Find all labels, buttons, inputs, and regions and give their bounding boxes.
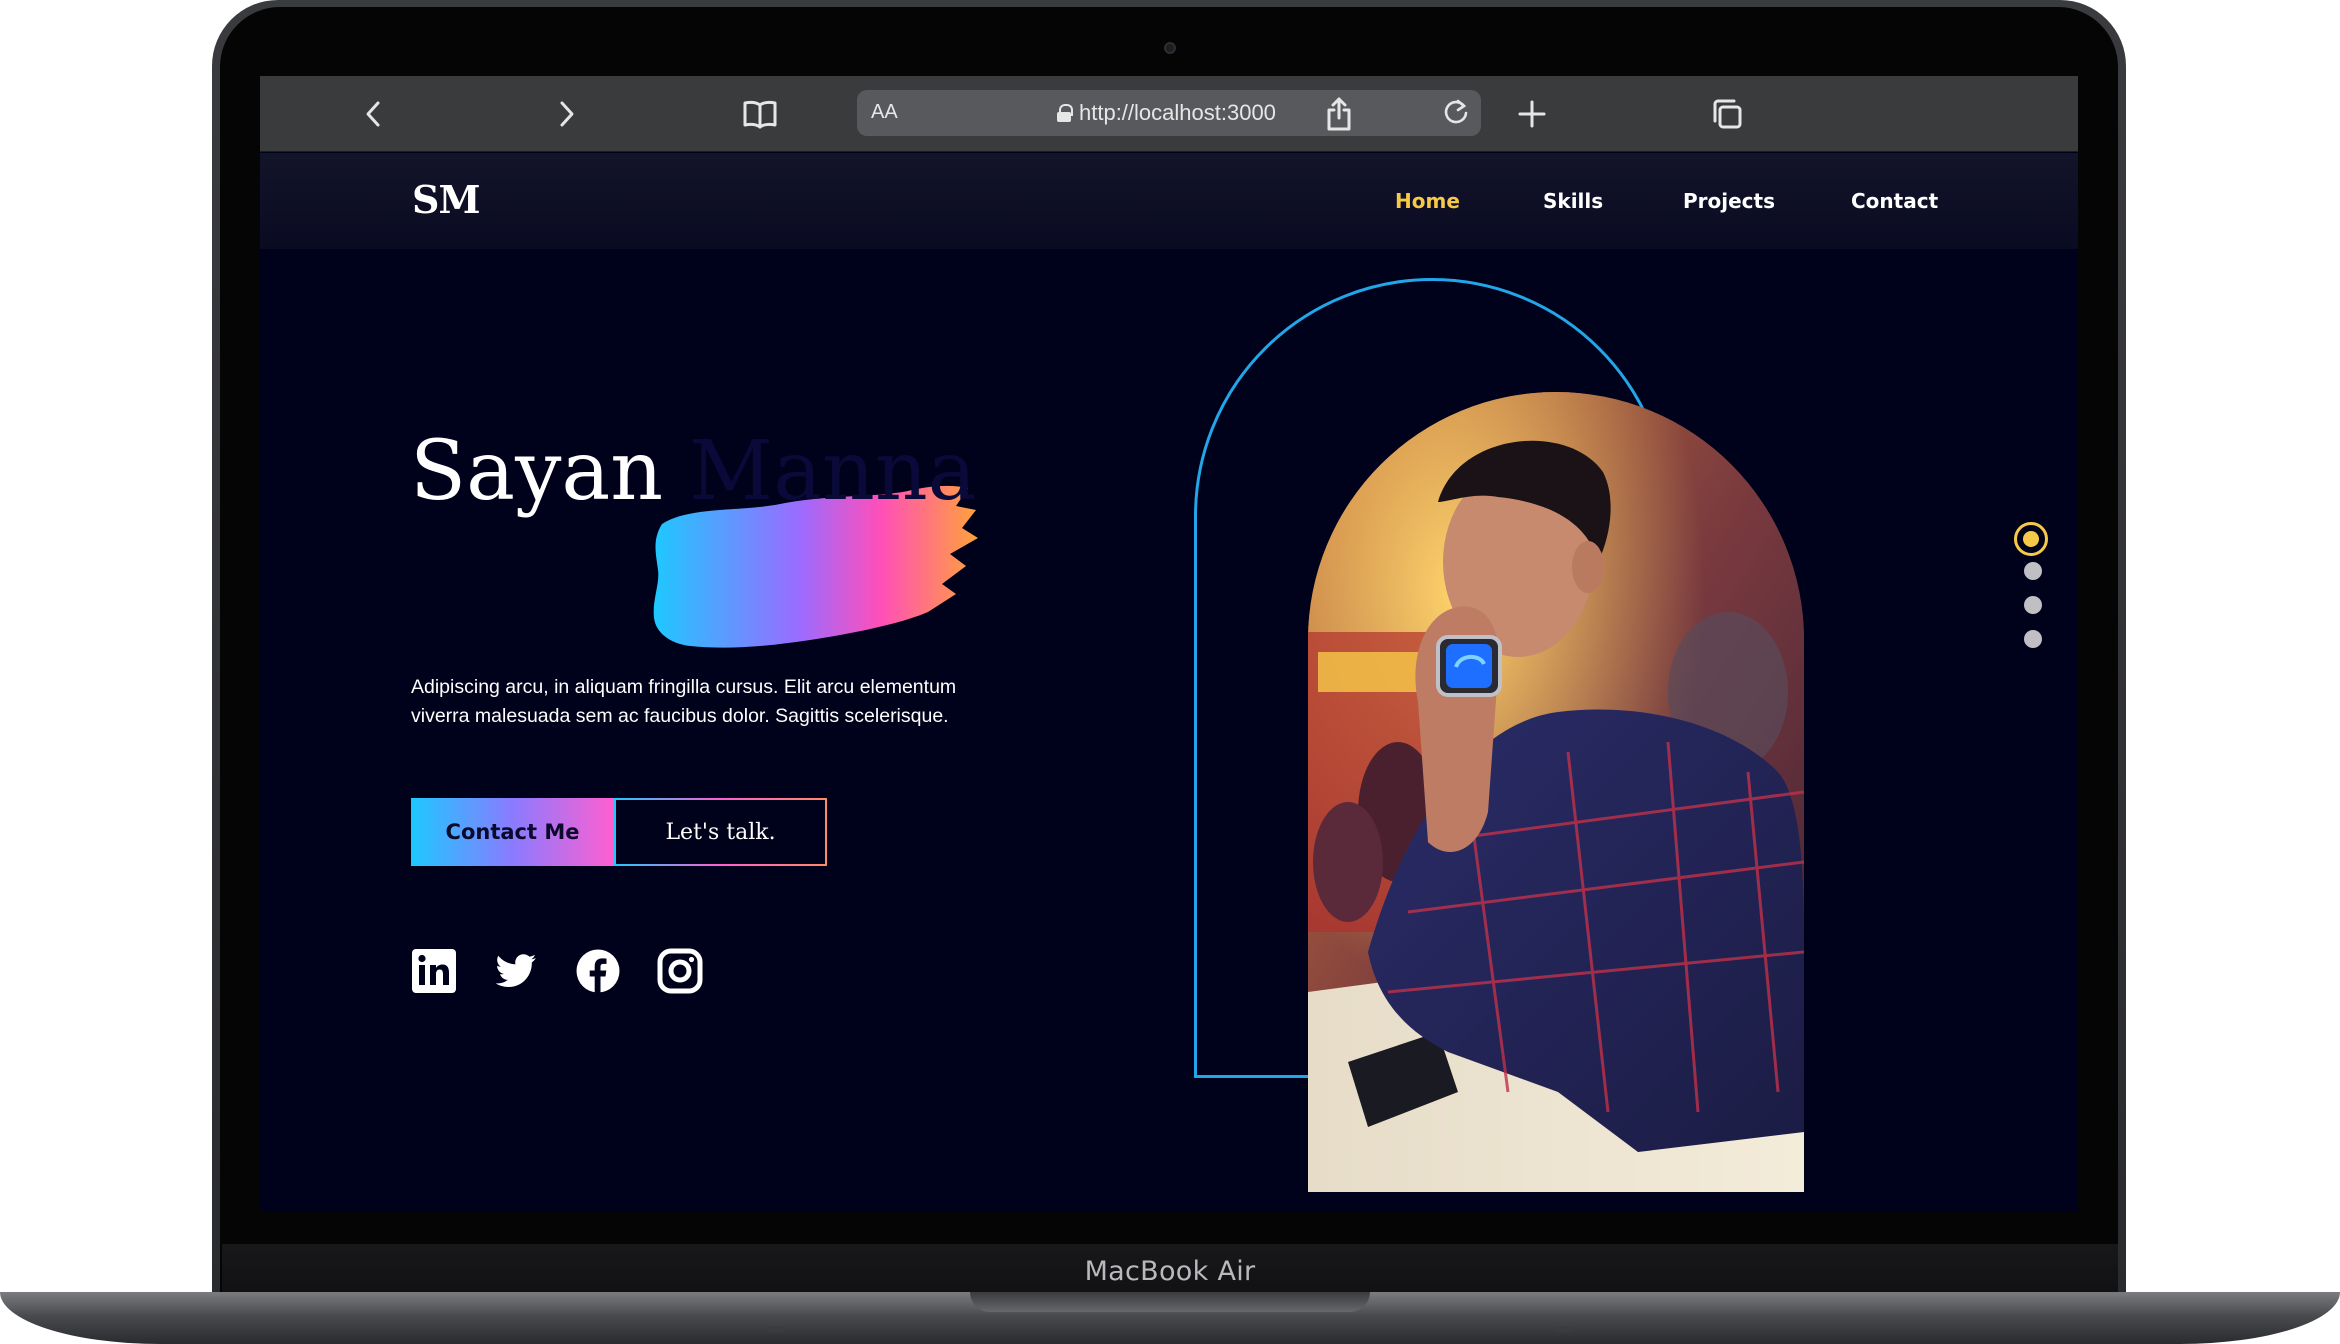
twitter-icon[interactable]: [493, 948, 539, 994]
hero-description: Adipiscing arcu, in aliquam fringilla cu…: [411, 676, 957, 727]
lock-icon: [1057, 104, 1073, 122]
section-dot-3[interactable]: [2024, 596, 2042, 614]
hero-name: Sayan Manna: [410, 431, 977, 513]
url-text: http://localhost:3000: [1079, 100, 1276, 125]
profile-photo: [1308, 392, 1804, 1192]
browser-toolbar: AA http://localhost:3000: [260, 76, 2078, 152]
nav-link-skills[interactable]: Skills: [1543, 189, 1603, 213]
back-icon[interactable]: [354, 94, 394, 134]
hero-first-name: Sayan: [410, 424, 664, 519]
section-dot-4[interactable]: [2024, 630, 2042, 648]
hero-last-name: Manna: [689, 424, 977, 519]
instagram-icon[interactable]: [657, 948, 703, 994]
contact-me-button[interactable]: Contact Me: [411, 798, 614, 866]
nav-link-home[interactable]: Home: [1395, 189, 1460, 213]
section-dot-1[interactable]: [2014, 522, 2048, 556]
reload-icon[interactable]: [1441, 97, 1471, 132]
screen: AA http://localhost:3000 SM Home Skills …: [260, 76, 2078, 1212]
section-dot-2[interactable]: [2024, 562, 2042, 580]
reader-options-button[interactable]: AA: [871, 101, 898, 124]
device-label: MacBook Air: [1084, 1256, 1256, 1287]
new-tab-icon[interactable]: [1512, 94, 1552, 134]
laptop-notch: [970, 1292, 1370, 1312]
nav-link-contact[interactable]: Contact: [1851, 189, 1938, 213]
site-navbar: SM Home Skills Projects Contact: [260, 153, 2078, 249]
laptop-foot: [768, 1326, 784, 1332]
address-bar[interactable]: AA http://localhost:3000: [857, 90, 1481, 136]
nav-link-projects[interactable]: Projects: [1683, 189, 1775, 213]
tabs-overview-icon[interactable]: [1707, 94, 1747, 134]
site-logo[interactable]: SM: [412, 177, 481, 222]
laptop-foot: [1556, 1326, 1572, 1332]
camera: [1164, 42, 1176, 54]
facebook-icon[interactable]: [575, 948, 621, 994]
linkedin-icon[interactable]: [411, 948, 457, 994]
share-icon[interactable]: [1319, 94, 1359, 134]
forward-icon[interactable]: [546, 94, 586, 134]
bookmarks-icon[interactable]: [740, 94, 780, 134]
lets-talk-button[interactable]: Let's talk.: [614, 798, 827, 866]
